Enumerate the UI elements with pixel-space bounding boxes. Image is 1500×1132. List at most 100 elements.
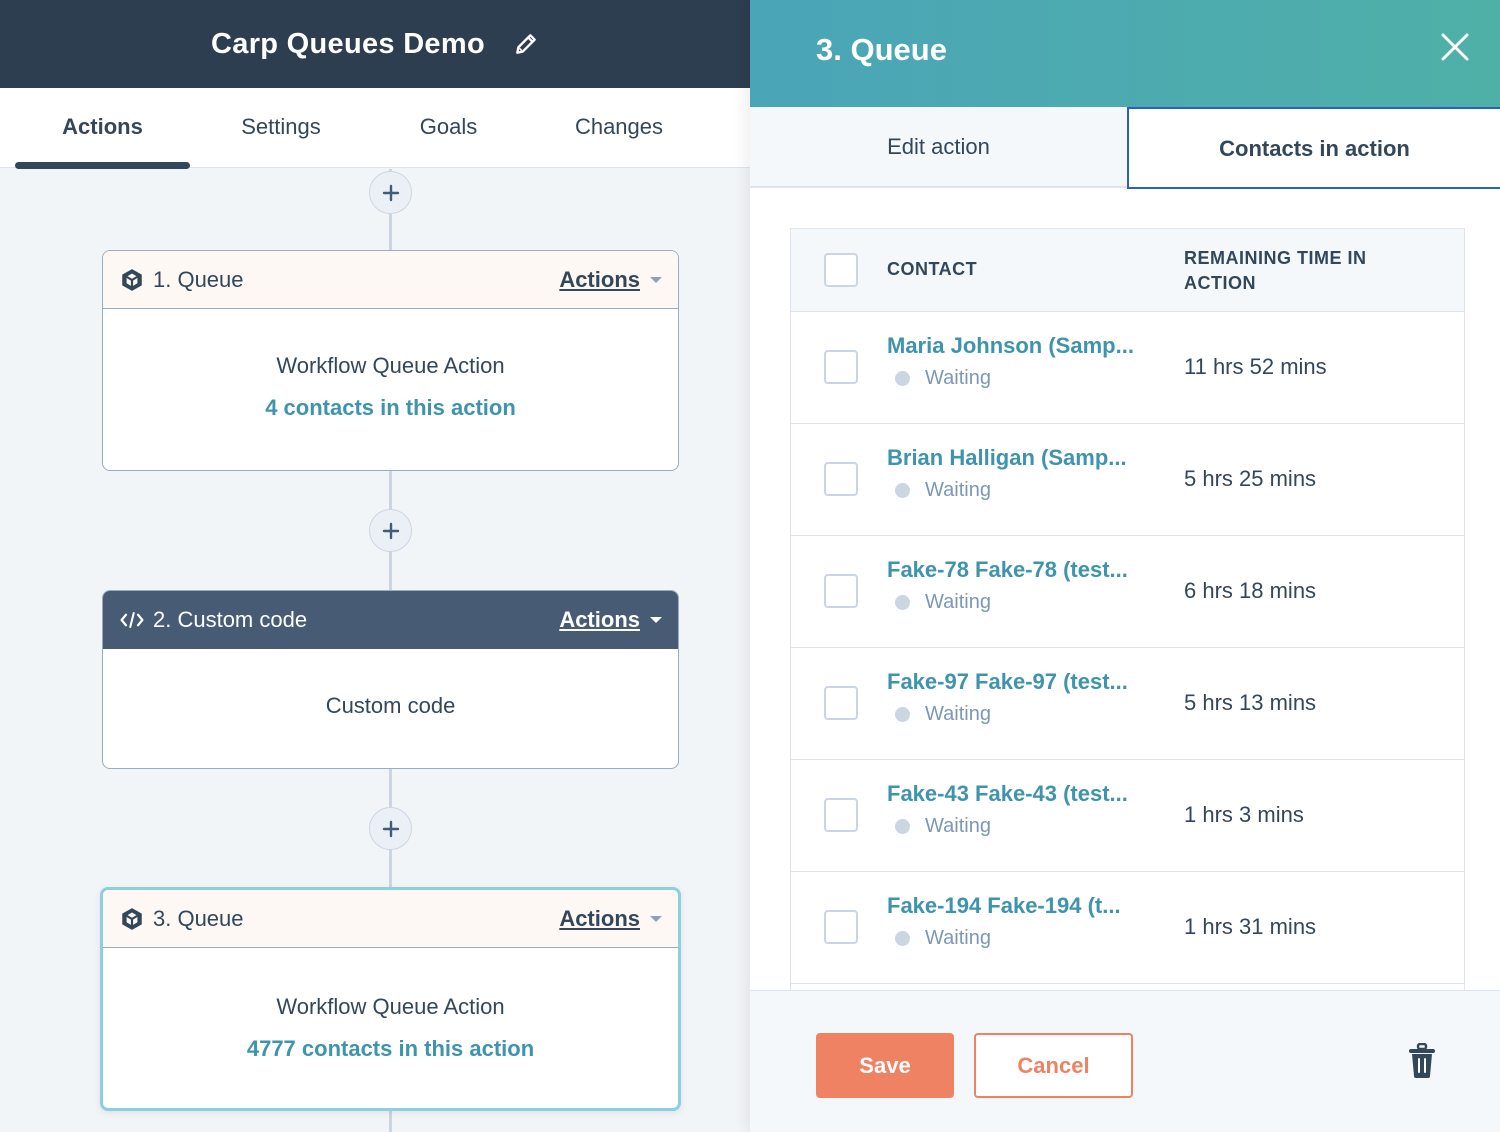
table-row: Fake-78 Fake-78 (test... Waiting 6 hrs 1… [791,536,1464,648]
status-badge: Waiting [895,703,991,726]
table-row: Fake-97 Fake-97 (test... Waiting 5 hrs 1… [791,648,1464,760]
workflow-editor: Carp Queues Demo Actions Settings Goals … [0,0,750,1132]
tab-edit-action[interactable]: Edit action [750,107,1127,188]
contacts-table: CONTACT REMAINING TIME IN ACTION Maria J… [790,228,1465,990]
table-header: CONTACT REMAINING TIME IN ACTION [791,229,1464,312]
remaining-time: 5 hrs 13 mins [1184,690,1317,715]
close-icon[interactable] [1440,32,1470,62]
add-action-button[interactable] [369,171,412,214]
card-header: 3. Queue Actions [103,890,678,948]
cancel-button[interactable]: Cancel [974,1033,1133,1098]
contact-name-link[interactable]: Maria Johnson (Samp... [887,333,1134,359]
table-row: Fake-43 Fake-43 (test... Waiting 1 hrs 3… [791,760,1464,872]
panel-header: 3. Queue [750,0,1500,107]
panel-footer: Save Cancel [750,990,1500,1132]
remaining-time: 1 hrs 3 mins [1184,802,1304,827]
contact-name-link[interactable]: Fake-43 Fake-43 (test... [887,781,1128,807]
card-description: Custom code [325,693,456,718]
row-checkbox[interactable] [824,798,858,832]
column-header-contact[interactable]: CONTACT [887,259,977,280]
caret-down-icon[interactable] [650,915,662,922]
card-title: 1. Queue [153,266,244,292]
status-badge: Waiting [895,479,991,502]
table-row: Fake-194 Fake-194 (t... Waiting 1 hrs 31… [791,872,1464,984]
remaining-time: 5 hrs 25 mins [1184,466,1317,491]
card-body: Workflow Queue Action 4777 contacts in t… [103,948,678,1062]
contacts-count-link[interactable]: 4 contacts in this action [103,395,678,421]
row-checkbox[interactable] [824,910,858,944]
row-checkbox[interactable] [824,350,858,384]
contact-name-link[interactable]: Fake-97 Fake-97 (test... [887,669,1128,695]
row-checkbox[interactable] [824,462,858,496]
action-card-queue-1[interactable]: 1. Queue Actions Workflow Queue Action 4… [102,250,679,471]
cube-icon [119,906,145,932]
status-dot-icon [895,595,910,610]
card-header: 1. Queue Actions [103,251,678,309]
action-panel: 3. Queue Edit action Contacts in action … [750,0,1500,1132]
row-checkbox[interactable] [824,574,858,608]
caret-down-icon[interactable] [650,276,662,283]
plus-icon [382,522,399,539]
status-text: Waiting [925,815,991,837]
trash-icon[interactable] [1408,1042,1436,1079]
tab-changes[interactable]: Changes [540,88,698,168]
status-badge: Waiting [895,367,991,390]
contact-name-link[interactable]: Fake-78 Fake-78 (test... [887,557,1128,583]
plus-icon [382,820,399,837]
table-row: Maria Johnson (Samp... Waiting 11 hrs 52… [791,312,1464,424]
card-actions-dropdown[interactable]: Actions [559,267,640,293]
status-dot-icon [895,819,910,834]
remaining-time: 11 hrs 52 mins [1184,354,1327,379]
workflow-header: Carp Queues Demo [0,0,750,88]
tab-goals[interactable]: Goals [375,88,522,168]
status-text: Waiting [925,367,991,389]
card-body: Workflow Queue Action 4 contacts in this… [103,309,678,421]
card-title: 3. Queue [153,905,244,931]
add-action-button[interactable] [369,807,412,850]
pencil-icon[interactable] [513,31,539,57]
tab-contacts-in-action[interactable]: Contacts in action [1127,107,1500,189]
remaining-time: 1 hrs 31 mins [1184,914,1317,939]
save-button[interactable]: Save [816,1033,954,1098]
caret-down-icon[interactable] [650,617,662,623]
status-text: Waiting [925,479,991,501]
panel-title: 3. Queue [816,32,947,67]
table-row: Brian Halligan (Samp... Waiting 5 hrs 25… [791,424,1464,536]
tab-actions[interactable]: Actions [15,88,190,168]
cube-icon [119,267,145,293]
status-dot-icon [895,931,910,946]
card-actions-dropdown[interactable]: Actions [559,607,640,633]
status-text: Waiting [925,703,991,725]
contact-name-link[interactable]: Fake-194 Fake-194 (t... [887,893,1121,919]
code-icon [119,607,145,633]
remaining-time: 6 hrs 18 mins [1184,578,1317,603]
contact-name-link[interactable]: Brian Halligan (Samp... [887,445,1127,471]
card-title: 2. Custom code [153,607,308,632]
workflow-canvas: 1. Queue Actions Workflow Queue Action 4… [0,169,750,1132]
plus-icon [382,184,399,201]
card-header: 2. Custom code Actions [103,591,678,649]
column-header-remaining-time[interactable]: REMAINING TIME IN ACTION [1184,246,1424,296]
status-badge: Waiting [895,591,991,614]
status-text: Waiting [925,591,991,613]
row-checkbox[interactable] [824,686,858,720]
contacts-count-link[interactable]: 4777 contacts in this action [103,1036,678,1062]
card-description: Workflow Queue Action [276,994,505,1019]
workflow-title[interactable]: Carp Queues Demo [211,28,485,61]
action-card-queue-3[interactable]: 3. Queue Actions Workflow Queue Action 4… [100,887,681,1111]
status-dot-icon [895,707,910,722]
status-dot-icon [895,483,910,498]
card-description: Workflow Queue Action [276,353,505,378]
action-card-custom-code[interactable]: 2. Custom code Actions Custom code [102,590,679,769]
card-actions-dropdown[interactable]: Actions [559,906,640,932]
tab-settings[interactable]: Settings [200,88,362,168]
status-badge: Waiting [895,927,991,950]
status-dot-icon [895,371,910,386]
select-all-checkbox[interactable] [824,253,858,287]
workflow-tabs: Actions Settings Goals Changes [0,88,750,169]
card-body: Custom code [103,649,678,719]
add-action-button[interactable] [369,509,412,552]
connector-line [389,1109,392,1132]
status-text: Waiting [925,927,991,949]
active-tab-indicator [15,162,190,169]
